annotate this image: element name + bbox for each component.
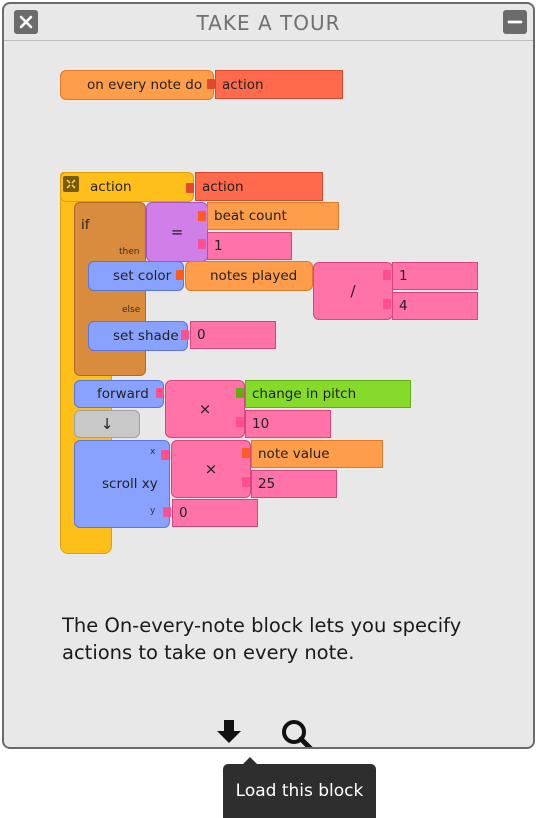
tour-description: The On-every-note block lets you specify… — [62, 614, 462, 664]
number-block[interactable]: 1 — [207, 232, 292, 260]
scroll-xy-block[interactable]: scroll xy — [74, 440, 170, 528]
else-label: else — [122, 305, 141, 315]
beat-count-block[interactable]: beat count — [207, 202, 339, 230]
number-block[interactable]: 0 — [172, 499, 258, 527]
action-arg-block[interactable]: action — [215, 70, 343, 99]
block-connector — [198, 239, 206, 249]
then-label: then — [119, 247, 140, 257]
block-connector — [242, 477, 250, 487]
block-connector — [383, 299, 391, 309]
tour-dialog: TAKE A TOUR on every note do action acti… — [2, 2, 535, 749]
number-block[interactable]: 4 — [392, 292, 478, 320]
minimize-button[interactable] — [503, 10, 527, 34]
change-in-pitch-block[interactable]: change in pitch — [245, 380, 411, 408]
block-connector — [236, 417, 244, 427]
action-block[interactable]: action — [60, 172, 194, 202]
search-button[interactable] — [280, 718, 316, 747]
divide-block[interactable]: / — [313, 262, 393, 320]
block-connector — [186, 183, 194, 193]
multiply-block[interactable]: × — [171, 440, 251, 498]
notes-played-block[interactable]: notes played — [185, 261, 313, 291]
block-connector — [156, 388, 164, 398]
block-connector — [176, 270, 184, 280]
number-block[interactable]: 10 — [245, 410, 331, 438]
y-label: y — [150, 506, 156, 516]
search-icon — [282, 720, 313, 747]
x-label: x — [150, 447, 156, 457]
set-shade-block[interactable]: set shade — [88, 321, 188, 351]
download-icon — [217, 720, 241, 743]
multiply-block[interactable]: × — [165, 380, 245, 438]
load-block-tooltip: Load this block — [223, 757, 376, 818]
block-connector — [181, 330, 189, 340]
collapse-icon[interactable] — [63, 176, 79, 192]
title-bar: TAKE A TOUR — [4, 4, 533, 41]
block-connector — [242, 448, 250, 458]
number-block[interactable]: 1 — [392, 262, 478, 290]
on-every-note-block[interactable]: on every note do — [60, 70, 214, 100]
dialog-title: TAKE A TOUR — [196, 11, 341, 35]
block-connector — [163, 507, 171, 517]
number-block[interactable]: 25 — [251, 470, 337, 498]
forward-block[interactable]: forward — [74, 380, 164, 408]
block-connector — [383, 270, 391, 280]
minimize-icon — [507, 20, 523, 24]
note-value-block[interactable]: note value — [251, 440, 383, 468]
block-connector — [161, 450, 169, 460]
block-connector — [236, 388, 244, 398]
download-button[interactable] — [212, 718, 246, 747]
block-connector — [198, 211, 206, 221]
block-connector — [207, 79, 215, 89]
hidden-block[interactable]: ↓ — [74, 410, 140, 438]
set-color-block[interactable]: set color — [88, 261, 184, 291]
action-name-block[interactable]: action — [195, 172, 323, 201]
number-block[interactable]: 0 — [190, 321, 276, 349]
